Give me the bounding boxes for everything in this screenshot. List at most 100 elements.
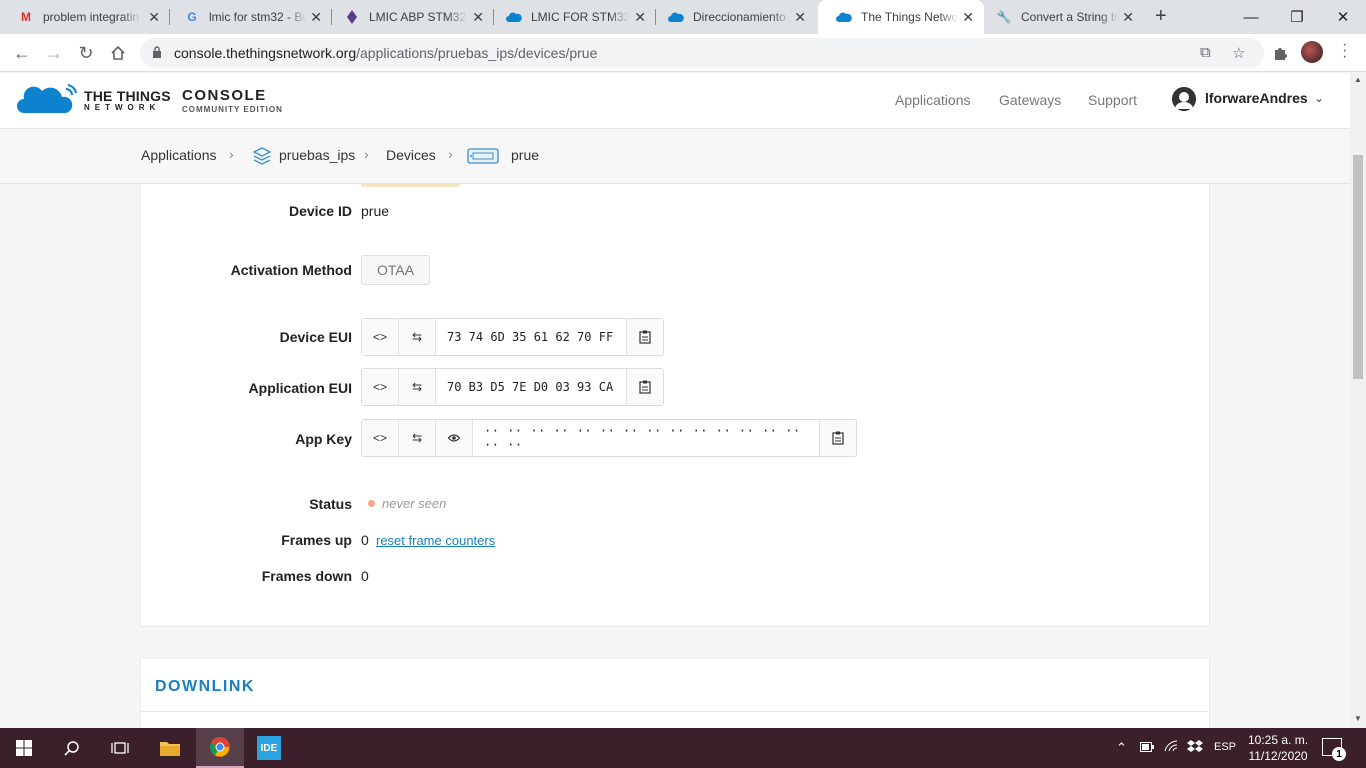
application-eui-field: <> ⇆ 70 B3 D5 7E D0 03 93 CA [361,368,664,406]
minimize-icon[interactable]: — [1228,0,1274,34]
close-icon[interactable]: ✕ [310,9,322,26]
console-title: CONSOLE [182,87,267,104]
status-dot [368,500,375,507]
device-eui-value[interactable]: 73 74 6D 35 61 62 70 FF [436,319,627,355]
clock-time: 10:25 a. m. [1248,733,1309,747]
user-name[interactable]: lforwareAndres [1205,90,1308,106]
close-icon[interactable]: ✕ [472,9,484,26]
wifi-icon[interactable] [1164,740,1178,755]
forward-icon[interactable]: → [42,41,66,65]
chevron-down-icon[interactable]: ⌄ [1314,91,1324,105]
eye-icon[interactable] [436,420,473,456]
browser-tab[interactable]: LMIC ABP STM32C ✕ [326,0,494,34]
breadcrumb-device: prue [511,147,540,163]
app-key-label: App Key [295,431,352,447]
language-indicator[interactable]: ESP [1214,741,1236,753]
breadcrumb-app[interactable]: pruebas_ips [279,147,355,163]
browser-tab[interactable]: 🔧 Convert a String to ✕ [978,0,1144,34]
device-icon [467,148,499,164]
swap-byte-order-icon[interactable]: ⇆ [399,369,436,405]
star-icon[interactable]: ☆ [1232,44,1245,62]
windows-start-icon[interactable] [0,728,48,768]
tab-title: Direccionamiento [693,10,786,24]
browser-tab[interactable]: LMIC FOR STM32C ✕ [488,0,656,34]
tab-title: LMIC FOR STM32C [531,10,629,24]
device-id-label: Device ID [288,203,352,219]
browser-tab[interactable]: M problem integratin ✕ [0,0,170,34]
swap-byte-order-icon[interactable]: ⇆ [399,420,436,456]
browser-tab[interactable]: Direccionamiento ✕ [650,0,816,34]
close-icon[interactable]: ✕ [148,9,160,26]
code-format-icon[interactable]: <> [362,369,399,405]
translate-icon[interactable]: ⧉ [1200,44,1211,61]
menu-icon[interactable]: · · · [1342,37,1347,65]
nav-applications[interactable]: Applications [895,92,971,108]
code-format-icon[interactable]: <> [362,420,399,456]
nav-support[interactable]: Support [1088,92,1137,108]
extensions-icon[interactable] [1268,41,1292,65]
breadcrumb-applications[interactable]: Applications [141,147,217,163]
user-avatar[interactable] [1172,87,1196,111]
nav-gateways[interactable]: Gateways [999,92,1061,108]
close-icon[interactable]: ✕ [1122,9,1134,26]
browser-tab-active[interactable]: The Things Netwo ✕ [818,0,984,34]
application-eui-label: Application EUI [248,380,352,396]
browser-toolbar: ← → ↻ console.thethingsnetwork.org/appli… [0,34,1366,72]
browser-tab[interactable]: G lmic for stm32 - Bu ✕ [166,0,332,34]
application-eui-value[interactable]: 70 B3 D5 7E D0 03 93 CA [436,369,627,405]
page-scrollbar[interactable]: ▲ ▼ [1350,73,1366,728]
url-text: console.thethingsnetwork.org/application… [174,45,598,61]
logo-text: THE THINGS [84,88,171,104]
tab-title: Convert a String to [1021,10,1119,24]
stackoverflow-icon [344,9,360,25]
activation-method-badge: OTAA [361,255,431,285]
search-icon[interactable] [48,728,96,768]
scroll-down-icon[interactable]: ▼ [1354,714,1362,723]
task-view-icon[interactable] [96,728,144,768]
new-tab-button[interactable]: + [1155,5,1167,28]
file-explorer-icon[interactable] [146,728,194,768]
chrome-taskbar-icon[interactable] [196,728,244,768]
tab-title: LMIC ABP STM32C [369,10,467,24]
swap-byte-order-icon[interactable]: ⇆ [399,319,436,355]
clipboard-icon[interactable] [627,319,663,355]
home-icon[interactable] [106,41,130,65]
breadcrumb-devices[interactable]: Devices [386,147,436,163]
device-eui-field: <> ⇆ 73 74 6D 35 61 62 70 FF [361,318,664,356]
clipboard-icon[interactable] [627,369,663,405]
device-id-value: prue [361,203,390,219]
ttn-logo-icon[interactable] [16,83,78,115]
chevron-up-icon[interactable]: ⌃ [1116,740,1127,756]
ttn-cloud-icon [836,9,852,25]
ttn-cloud-icon [668,9,684,25]
clipboard-icon[interactable] [820,420,856,456]
close-icon[interactable]: ✕ [794,9,806,26]
status-value: never seen [382,496,447,511]
tab-title: problem integratin [43,10,140,24]
lock-icon [153,46,161,58]
app-key-value[interactable]: ·· ·· ·· ·· ·· ·· ·· ·· ·· ·· ·· ·· ·· ·… [473,420,820,456]
restore-icon[interactable]: ❐ [1274,0,1320,34]
device-overview-card: Device ID prue Activation Method OTAA De… [140,184,1210,627]
frames-down-label: Frames down [261,568,352,584]
wrench-icon: 🔧 [996,10,1012,24]
frames-down-value: 0 [361,568,369,584]
scrollbar-thumb[interactable] [1353,155,1363,379]
address-bar[interactable]: console.thethingsnetwork.org/application… [140,38,1264,68]
reload-icon[interactable]: ↻ [74,41,98,65]
chevron-right-icon: › [364,146,369,162]
back-icon[interactable]: ← [10,41,34,65]
downlink-card: DOWNLINK [140,657,1210,737]
ide-app-icon[interactable]: IDE [245,728,293,768]
battery-icon[interactable] [1140,740,1154,755]
close-icon[interactable]: ✕ [962,9,974,26]
chevron-right-icon: › [229,146,234,162]
scroll-up-icon[interactable]: ▲ [1354,75,1362,84]
dropbox-icon[interactable] [1187,740,1203,757]
reset-frame-counters-link[interactable]: reset frame counters [376,533,495,548]
clock[interactable]: 10:25 a. m. 11/12/2020 [1248,732,1308,764]
profile-avatar[interactable] [1301,41,1323,63]
close-icon[interactable]: ✕ [634,9,646,26]
code-format-icon[interactable]: <> [362,319,399,355]
close-window-icon[interactable]: ✕ [1320,0,1366,34]
